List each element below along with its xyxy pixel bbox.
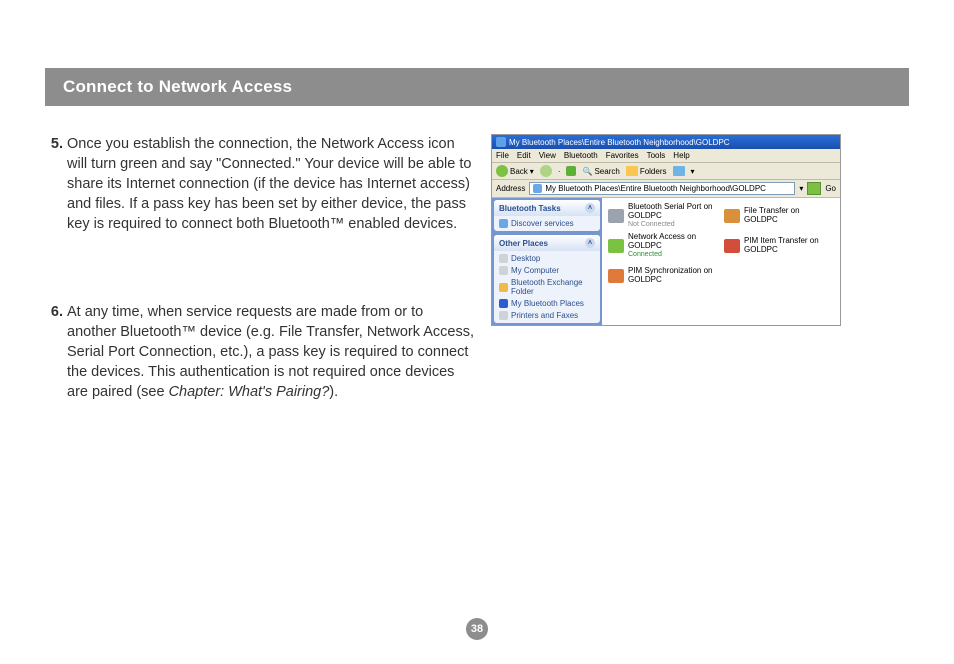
- panel-title: Bluetooth Tasks: [499, 204, 561, 213]
- task-discover-services[interactable]: Discover services: [499, 219, 595, 228]
- discover-icon: [499, 219, 508, 228]
- place-label: Desktop: [511, 254, 540, 263]
- panel-body: Desktop My Computer Bluetooth Exchange F…: [494, 251, 600, 323]
- step-text-post: ).: [329, 384, 338, 400]
- panel-header[interactable]: Bluetooth Tasks ˄: [494, 200, 600, 216]
- search-icon: 🔍: [582, 167, 592, 176]
- up-button[interactable]: [566, 166, 576, 176]
- bluetooth-places-icon: [533, 184, 542, 193]
- panel-title: Other Places: [499, 239, 548, 248]
- service-status: Not Connected: [628, 221, 718, 229]
- back-button[interactable]: Back ▾: [496, 165, 534, 177]
- chevron-down-icon: ▾: [691, 167, 695, 176]
- step-text-italic: Chapter: What's Pairing?: [169, 384, 330, 400]
- network-access-icon: [608, 239, 624, 253]
- toolbar: Back ▾ · 🔍 Search Folders ▾: [492, 163, 840, 180]
- place-my-computer[interactable]: My Computer: [499, 266, 595, 275]
- service-network-access[interactable]: Network Access on GOLDPCConnected: [608, 232, 718, 260]
- service-status: Connected: [628, 251, 718, 259]
- place-desktop[interactable]: Desktop: [499, 254, 595, 263]
- search-label: Search: [594, 167, 619, 176]
- back-icon: [496, 165, 508, 177]
- search-button[interactable]: 🔍 Search: [582, 167, 619, 176]
- bluetooth-places-icon: [496, 137, 506, 147]
- address-value: My Bluetooth Places\Entire Bluetooth Nei…: [545, 184, 766, 193]
- service-file-transfer[interactable]: File Transfer on GOLDPC: [724, 202, 834, 230]
- window-title: My Bluetooth Places\Entire Bluetooth Nei…: [509, 138, 730, 147]
- instruction-column: 5. Once you establish the connection, th…: [45, 134, 475, 424]
- place-bt-exchange[interactable]: Bluetooth Exchange Folder: [499, 278, 595, 296]
- go-label: Go: [825, 184, 836, 193]
- step-number: 5.: [45, 134, 67, 234]
- menu-file[interactable]: File: [496, 151, 509, 160]
- pim-item-icon: [724, 239, 740, 253]
- explorer-screenshot: My Bluetooth Places\Entire Bluetooth Nei…: [491, 134, 841, 326]
- place-label: Bluetooth Exchange Folder: [511, 278, 595, 296]
- step-body: Once you establish the connection, the N…: [67, 134, 475, 234]
- go-button[interactable]: [807, 182, 821, 195]
- menu-favorites[interactable]: Favorites: [606, 151, 639, 160]
- place-label: Printers and Faxes: [511, 311, 578, 320]
- place-printers[interactable]: Printers and Faxes: [499, 311, 595, 320]
- pim-sync-icon: [608, 269, 624, 283]
- bluetooth-places-icon: [499, 299, 508, 308]
- service-pim-sync[interactable]: PIM Synchronization on GOLDPC: [608, 262, 718, 290]
- section-header: Connect to Network Access: [45, 68, 909, 106]
- address-label: Address: [496, 184, 525, 193]
- place-my-bt-places[interactable]: My Bluetooth Places: [499, 299, 595, 308]
- folders-icon: [626, 166, 638, 176]
- window-titlebar: My Bluetooth Places\Entire Bluetooth Nei…: [492, 135, 840, 149]
- side-panel: Bluetooth Tasks ˄ Discover services: [492, 198, 602, 325]
- service-name: File Transfer on GOLDPC: [744, 207, 834, 225]
- step-body: At any time, when service requests are m…: [67, 302, 475, 402]
- menu-help[interactable]: Help: [673, 151, 689, 160]
- folder-icon: [499, 283, 508, 292]
- folders-button[interactable]: Folders: [626, 166, 667, 176]
- other-places-panel: Other Places ˄ Desktop My Computer Bluet…: [494, 235, 600, 323]
- folders-label: Folders: [640, 167, 667, 176]
- service-name: Bluetooth Serial Port on GOLDPC: [628, 203, 718, 221]
- chevron-down-icon: ▾: [530, 167, 534, 176]
- task-label: Discover services: [511, 219, 574, 228]
- step-6: 6. At any time, when service requests ar…: [45, 302, 475, 402]
- service-pim-item-transfer[interactable]: PIM Item Transfer on GOLDPC: [724, 232, 834, 260]
- menu-bar: File Edit View Bluetooth Favorites Tools…: [492, 149, 840, 163]
- address-bar: Address My Bluetooth Places\Entire Bluet…: [492, 180, 840, 198]
- panel-body: Discover services: [494, 216, 600, 231]
- views-button[interactable]: [673, 166, 685, 176]
- back-label: Back: [510, 167, 528, 176]
- computer-icon: [499, 266, 508, 275]
- service-name: PIM Synchronization on GOLDPC: [628, 267, 718, 285]
- bluetooth-tasks-panel: Bluetooth Tasks ˄ Discover services: [494, 200, 600, 231]
- separator-icon: ·: [558, 167, 561, 176]
- explorer-main: Bluetooth Tasks ˄ Discover services: [492, 198, 840, 325]
- place-label: My Bluetooth Places: [511, 299, 584, 308]
- content-row: 5. Once you establish the connection, th…: [45, 134, 909, 424]
- collapse-icon: ˄: [585, 203, 595, 213]
- menu-bluetooth[interactable]: Bluetooth: [564, 151, 598, 160]
- service-name: Network Access on GOLDPC: [628, 233, 718, 251]
- forward-button[interactable]: [540, 165, 552, 177]
- desktop-icon: [499, 254, 508, 263]
- menu-edit[interactable]: Edit: [517, 151, 531, 160]
- serial-port-icon: [608, 209, 624, 223]
- page-number: 38: [466, 618, 488, 640]
- place-label: My Computer: [511, 266, 559, 275]
- panel-header[interactable]: Other Places ˄: [494, 235, 600, 251]
- step-5: 5. Once you establish the connection, th…: [45, 134, 475, 234]
- collapse-icon: ˄: [585, 238, 595, 248]
- service-serial-port[interactable]: Bluetooth Serial Port on GOLDPCNot Conne…: [608, 202, 718, 230]
- printers-icon: [499, 311, 508, 320]
- menu-tools[interactable]: Tools: [647, 151, 666, 160]
- chevron-down-icon[interactable]: ▾: [799, 184, 803, 193]
- menu-view[interactable]: View: [539, 151, 556, 160]
- service-name: PIM Item Transfer on GOLDPC: [744, 237, 834, 255]
- file-pane: Bluetooth Serial Port on GOLDPCNot Conne…: [602, 198, 840, 325]
- step-number: 6.: [45, 302, 67, 402]
- address-input[interactable]: My Bluetooth Places\Entire Bluetooth Nei…: [529, 182, 795, 195]
- file-transfer-icon: [724, 209, 740, 223]
